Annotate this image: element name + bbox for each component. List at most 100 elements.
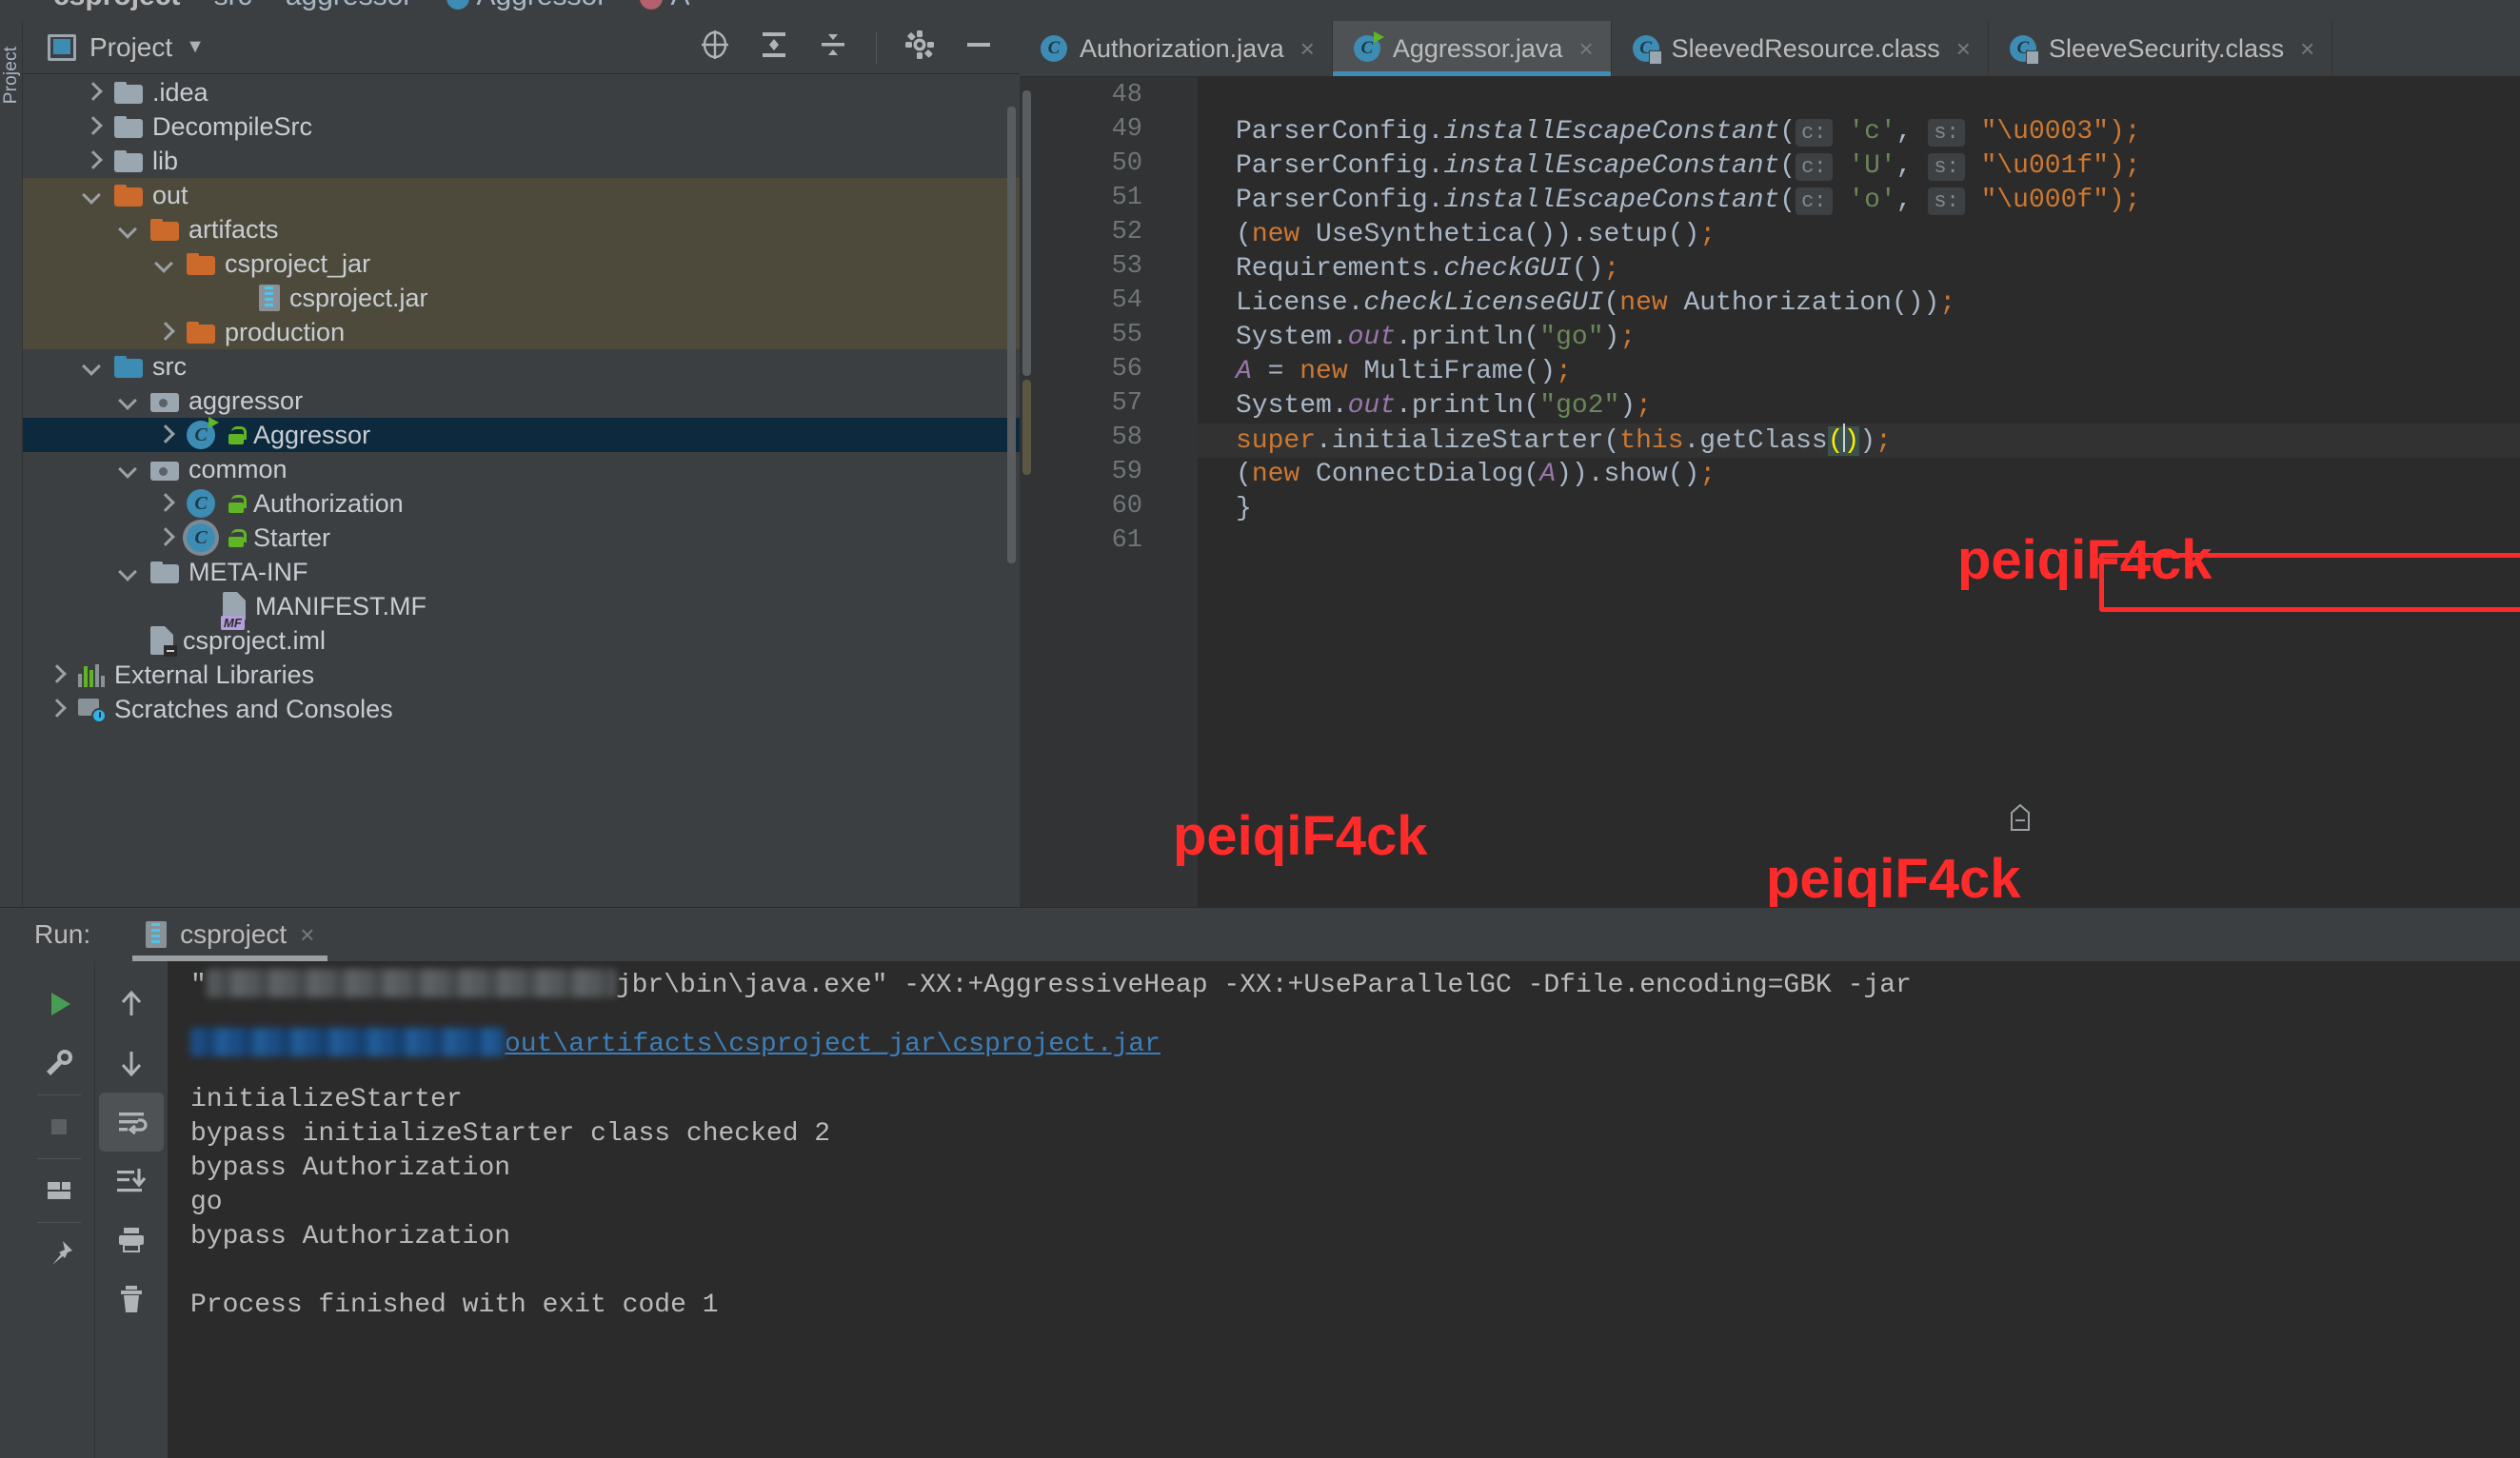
close-icon[interactable]: ×	[300, 920, 314, 950]
breadcrumb-item-3[interactable]: Aggressor	[477, 0, 607, 10]
editor-tab-sleevedresource-class[interactable]: C SleevedResource.class ×	[1612, 21, 1989, 76]
iml-file-icon	[150, 626, 177, 657]
tree-node-meta-inf[interactable]: META-INF	[23, 555, 1020, 589]
project-tree[interactable]: .idea DecompileSrc lib out artifacts csprojec…	[23, 75, 1020, 907]
code-line-54[interactable]: License.checkLicenseGUI(new Authorizatio…	[1198, 286, 2520, 321]
gear-icon[interactable]	[903, 29, 936, 66]
code-line-49[interactable]: ParserConfig.installEscapeConstant(c: 'c…	[1198, 115, 2520, 149]
chevron-right-icon[interactable]	[44, 662, 69, 687]
breadcrumb-item-2[interactable]: aggressor	[286, 0, 412, 10]
collapse-all-icon[interactable]	[817, 29, 849, 66]
down-arrow-button[interactable]	[99, 1034, 164, 1093]
hide-icon[interactable]	[962, 29, 995, 66]
code-line-50[interactable]: ParserConfig.installEscapeConstant(c: 'U…	[1198, 149, 2520, 184]
chevron-down-icon[interactable]	[80, 183, 105, 207]
chevron-right-icon[interactable]	[152, 423, 177, 447]
code-line-48[interactable]	[1198, 81, 2520, 115]
close-icon[interactable]: ×	[2300, 34, 2314, 64]
tree-node-starter[interactable]: C Starter	[23, 521, 1020, 555]
chevron-down-icon[interactable]	[116, 560, 141, 584]
up-arrow-button[interactable]	[99, 975, 164, 1034]
editor-tab-aggressor-java[interactable]: C Aggressor.java ×	[1332, 21, 1612, 76]
code-line-56[interactable]: A = new MultiFrame();	[1198, 355, 2520, 389]
chevron-right-icon[interactable]	[44, 697, 69, 721]
tree-node-production[interactable]: production	[23, 315, 1020, 349]
tree-node--idea[interactable]: .idea	[23, 75, 1020, 109]
editor-tab-authorization-java[interactable]: C Authorization.java ×	[1020, 21, 1333, 76]
console-line[interactable]: out\artifacts\csproject_jar\csproject.ja…	[190, 1028, 1161, 1062]
tool-window-button-project[interactable]: Project	[1, 43, 22, 108]
breadcrumb-item-4[interactable]: A	[670, 0, 689, 10]
chevron-down-icon[interactable]	[116, 457, 141, 482]
tree-node-common[interactable]: common	[23, 452, 1020, 486]
chevron-down-icon[interactable]	[80, 354, 105, 379]
chevron-right-icon[interactable]	[80, 114, 105, 139]
project-tree-scrollbar[interactable]	[1007, 107, 1016, 563]
chevron-down-icon[interactable]: ▼	[186, 36, 205, 58]
print-button[interactable]	[99, 1211, 164, 1270]
tree-node-aggressor[interactable]: aggressor	[23, 384, 1020, 418]
tree-node-scratches-and-consoles[interactable]: Scratches and Consoles	[23, 692, 1020, 726]
code-line-51[interactable]: ParserConfig.installEscapeConstant(c: 'o…	[1198, 184, 2520, 218]
chevron-right-icon[interactable]	[80, 148, 105, 173]
tree-node-src[interactable]: src	[23, 349, 1020, 384]
chevron-down-icon[interactable]	[116, 217, 141, 242]
tree-node-authorization[interactable]: C Authorization	[23, 486, 1020, 521]
tree-node-aggressor[interactable]: C Aggressor	[23, 417, 1020, 452]
expand-all-icon[interactable]	[758, 29, 790, 66]
console-hyperlink[interactable]: out\artifacts\csproject_jar\csproject.ja…	[505, 1030, 1161, 1059]
breadcrumb-item-0[interactable]: csproject	[53, 0, 180, 10]
chevron-right-icon[interactable]	[80, 80, 105, 105]
editor-fold-strip[interactable]	[1160, 77, 1198, 907]
code-line-60[interactable]: }	[1198, 492, 2520, 526]
run-console-output[interactable]: " jbr\bin\java.exe" -XX:+AggressiveHeap -…	[168, 961, 2520, 1458]
tree-node-external-libraries[interactable]: External Libraries	[23, 658, 1020, 692]
chevron-right-icon[interactable]	[152, 525, 177, 550]
code-line-57[interactable]: System.out.println("go2");	[1198, 389, 2520, 424]
editor-code-area[interactable]: ParserConfig.installEscapeConstant(c: 'c…	[1198, 77, 2520, 907]
chevron-right-icon[interactable]	[152, 491, 177, 516]
chevron-right-icon[interactable]	[152, 320, 177, 345]
breadcrumb-separator: /	[620, 0, 626, 6]
tree-node-csproject-jar[interactable]: csproject.jar	[23, 281, 1020, 315]
code-line-58[interactable]: super.initializeStarter(this.getClass())…	[1198, 424, 2520, 458]
locate-icon[interactable]	[699, 29, 731, 66]
line-number: 49	[1111, 115, 1142, 144]
editor-tab-sleevesecurity-class[interactable]: C SleeveSecurity.class ×	[1989, 21, 2333, 76]
field-dot-icon	[640, 0, 664, 10]
close-icon[interactable]: ×	[1956, 34, 1971, 64]
pin-button[interactable]	[27, 1225, 91, 1284]
editor-scrollbar-marker[interactable]	[1022, 380, 1031, 475]
run-tab-csproject[interactable]: csproject ×	[132, 908, 328, 961]
rerun-button[interactable]	[27, 975, 91, 1034]
editor-scrollbar[interactable]	[1022, 90, 1031, 376]
layout-button[interactable]	[27, 1161, 91, 1220]
stop-button[interactable]	[27, 1097, 91, 1156]
close-icon[interactable]: ×	[1578, 34, 1593, 64]
public-lock-icon	[227, 528, 247, 547]
code-line-52[interactable]: (new UseSynthetica()).setup();	[1198, 218, 2520, 252]
trash-button[interactable]	[99, 1270, 164, 1329]
tree-node-decompilesrc[interactable]: DecompileSrc	[23, 109, 1020, 144]
chevron-down-icon[interactable]	[152, 251, 177, 276]
code-line-59[interactable]: (new ConnectDialog(A)).show();	[1198, 458, 2520, 492]
tree-node-manifest-mf[interactable]: MF MANIFEST.MF	[23, 589, 1020, 630]
tree-node-csproject-jar[interactable]: csproject_jar	[23, 246, 1020, 281]
tree-node-label: artifacts	[189, 214, 279, 244]
tree-node-out[interactable]: out	[23, 178, 1020, 212]
scroll-to-end-button[interactable]	[99, 1152, 164, 1211]
code-fold-marker-icon[interactable]	[2010, 803, 2031, 832]
code-line-55[interactable]: System.out.println("go");	[1198, 321, 2520, 355]
editor-tab-bar[interactable]: C Authorization.java × C Aggressor.java × C Sle…	[1020, 21, 2520, 77]
run-toolbar[interactable]	[23, 961, 168, 1458]
soft-wrap-button[interactable]	[99, 1093, 164, 1152]
tree-node-lib[interactable]: lib	[23, 144, 1020, 178]
close-icon[interactable]: ×	[1300, 34, 1315, 64]
run-tab-label: csproject	[180, 919, 288, 949]
breadcrumb-item-1[interactable]: src	[214, 0, 252, 10]
chevron-down-icon[interactable]	[116, 388, 141, 413]
tree-node-csproject-iml[interactable]: csproject.iml	[23, 623, 1020, 658]
settings-wrench-button[interactable]	[27, 1034, 91, 1093]
tree-node-artifacts[interactable]: artifacts	[23, 212, 1020, 246]
code-line-53[interactable]: Requirements.checkGUI();	[1198, 252, 2520, 286]
